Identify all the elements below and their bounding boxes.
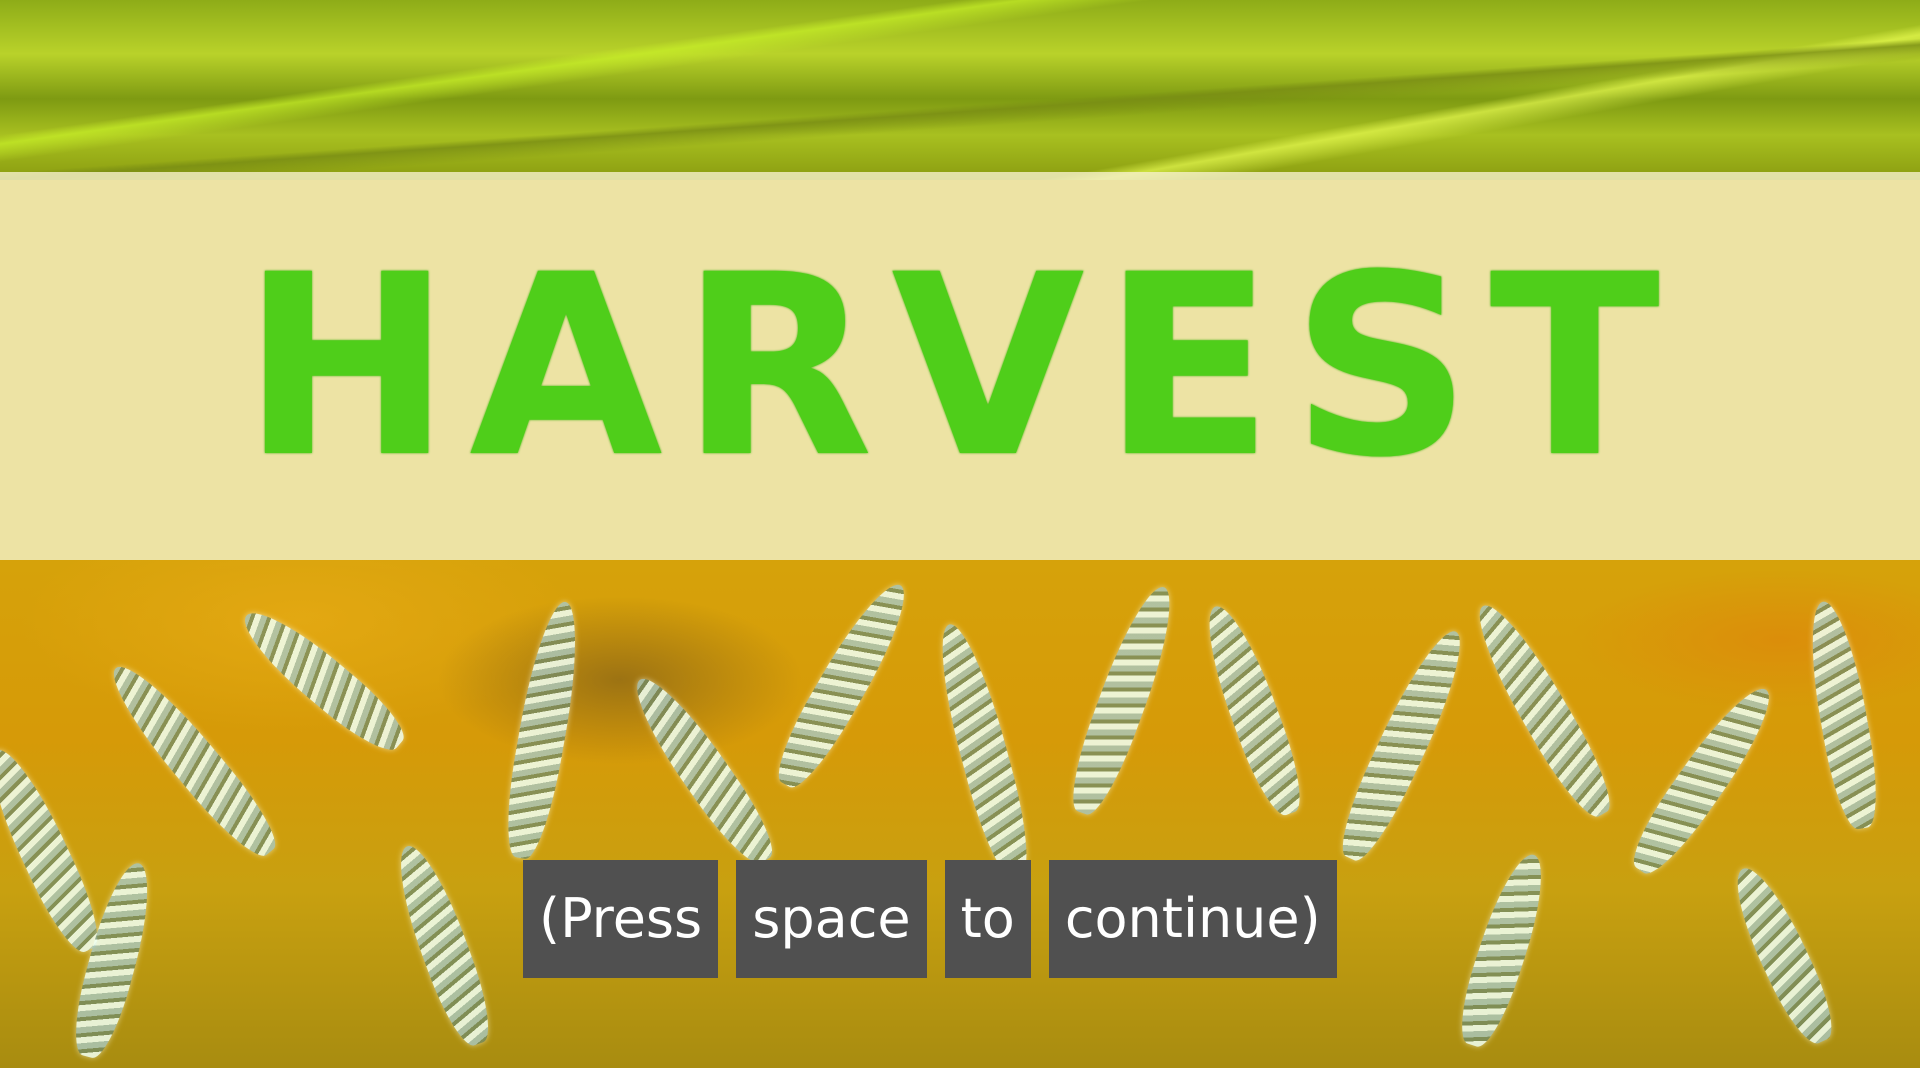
title-screen[interactable]: HARVEST (Press space to continue) [0, 0, 1920, 1068]
wheat-stalk [497, 597, 589, 863]
background-wheat-field-painting [0, 560, 1920, 1068]
wheat-stalk [98, 653, 288, 867]
wheat-stalk [0, 740, 111, 960]
continue-prompt: (Press space to continue) [523, 860, 1337, 978]
game-title: HARVEST [241, 220, 1679, 512]
prompt-word: space [736, 860, 927, 978]
wheat-stalk [1463, 594, 1623, 826]
wheat-stalk [1621, 676, 1785, 884]
wheat-stalk [1329, 621, 1477, 869]
wheat-stalk [1800, 597, 1886, 833]
prompt-word: continue) [1048, 860, 1337, 978]
wheat-stalk [621, 666, 785, 874]
wheat-stalk [1060, 579, 1186, 821]
wheat-stalk [385, 838, 501, 1052]
wheat-stalk [765, 573, 921, 797]
wheat-stalk [1722, 859, 1844, 1051]
background-sky-painting [0, 0, 1920, 180]
wheat-stalk [231, 598, 415, 762]
wheat-stalk [927, 618, 1039, 882]
wheat-stalk [1450, 847, 1556, 1053]
prompt-word: (Press [523, 860, 719, 978]
wheat-stalk [1193, 598, 1313, 822]
prompt-word: to [944, 860, 1031, 978]
